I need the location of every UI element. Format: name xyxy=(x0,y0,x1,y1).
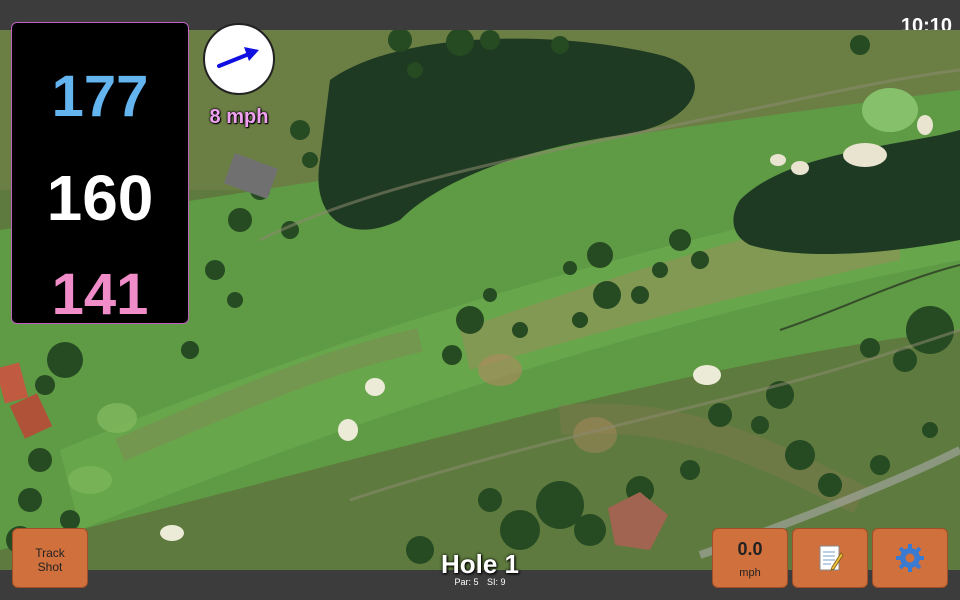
notepad-icon xyxy=(819,545,844,571)
track-shot-label-line2: Shot xyxy=(37,560,63,574)
wind-speed: 8 mph xyxy=(209,106,269,128)
speed-unit: mph xyxy=(739,567,761,579)
gear-icon xyxy=(896,544,924,572)
distance-panel: 177 160 141 xyxy=(11,22,189,327)
hole-stroke-index: SI: 9 xyxy=(487,577,506,587)
speed-button[interactable]: 0.0 mph xyxy=(712,528,788,588)
track-shot-label-line1: Track xyxy=(35,546,65,560)
hole-par: Par: 5 xyxy=(454,577,479,587)
hole-title: Hole 1 xyxy=(440,549,520,579)
wind-dial[interactable] xyxy=(203,23,275,95)
speed-value: 0.0 xyxy=(737,539,763,559)
wind-arrow-icon xyxy=(217,47,259,68)
notes-button[interactable] xyxy=(792,528,868,588)
track-shot-button[interactable]: Track Shot xyxy=(12,528,88,588)
hole-info: Par: 5 SI: 9 xyxy=(380,577,580,587)
front-distance: 141 xyxy=(51,262,149,327)
middle-distance: 160 xyxy=(46,162,154,234)
settings-button[interactable] xyxy=(872,528,948,588)
back-distance: 177 xyxy=(51,64,149,129)
